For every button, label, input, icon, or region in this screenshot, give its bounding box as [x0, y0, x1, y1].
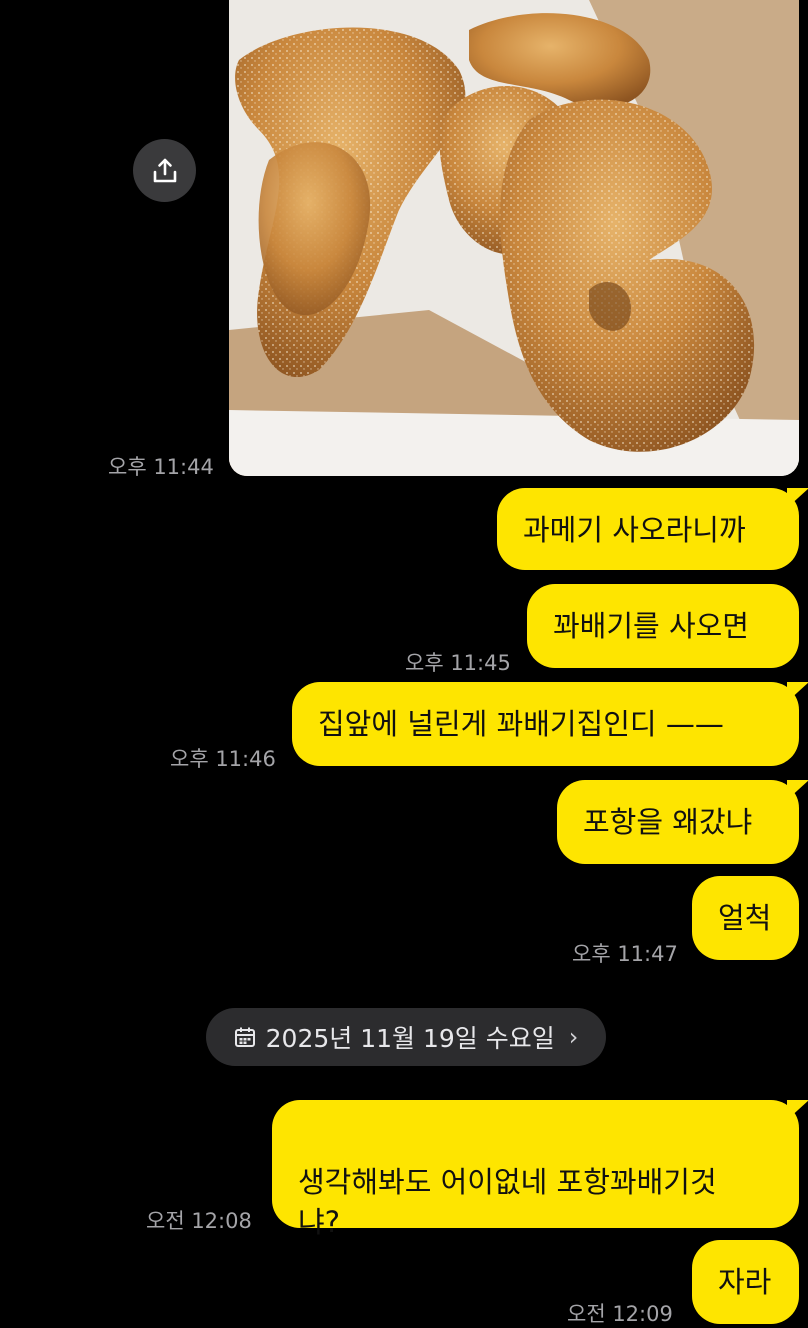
message-text: 집앞에 널린게 꽈배기집인디 ——: [318, 707, 724, 741]
message-timestamp: 오후 11:46: [170, 747, 276, 771]
donut-photo: [229, 0, 799, 476]
date-label: 2025년 11월 19일 수요일: [265, 1024, 555, 1053]
message-timestamp: 오전 12:09: [567, 1302, 673, 1326]
message-text: 자라: [718, 1265, 772, 1299]
message-timestamp: 오후 11:47: [572, 942, 678, 966]
message-text: 꽈배기를 사오면: [553, 609, 749, 643]
message-text: 과메기 사오라니까: [523, 513, 746, 547]
date-divider[interactable]: 2025년 11월 19일 수요일 ›: [206, 1008, 606, 1066]
message-text: 얼척: [718, 901, 772, 935]
share-button[interactable]: [133, 139, 196, 202]
message-bubble[interactable]: 얼척: [692, 876, 799, 960]
chevron-right-icon: ›: [568, 1023, 579, 1051]
message-bubble[interactable]: 생각해봐도 어이없네 포항꽈배기것 냐?: [272, 1100, 808, 1239]
message-bubble[interactable]: 꽈배기를 사오면: [527, 584, 799, 668]
message-bubble[interactable]: 포항을 왜갔냐: [557, 780, 808, 864]
message-bubble[interactable]: 집앞에 널린게 꽈배기집인디 ——: [292, 682, 808, 766]
message-bubble[interactable]: 과메기 사오라니까: [497, 488, 808, 570]
calendar-icon: [234, 1026, 256, 1048]
message-timestamp: 오전 12:08: [146, 1209, 252, 1233]
message-text: 포항을 왜갔냐: [583, 805, 753, 839]
message-bubble[interactable]: 자라: [692, 1240, 799, 1324]
share-upload-icon: [153, 158, 176, 182]
photo-message[interactable]: [229, 0, 799, 476]
message-text: 생각해봐도 어이없네 포항꽈배기것 냐?: [298, 1165, 717, 1239]
message-timestamp: 오후 11:44: [108, 455, 214, 479]
message-timestamp: 오후 11:45: [405, 651, 511, 675]
